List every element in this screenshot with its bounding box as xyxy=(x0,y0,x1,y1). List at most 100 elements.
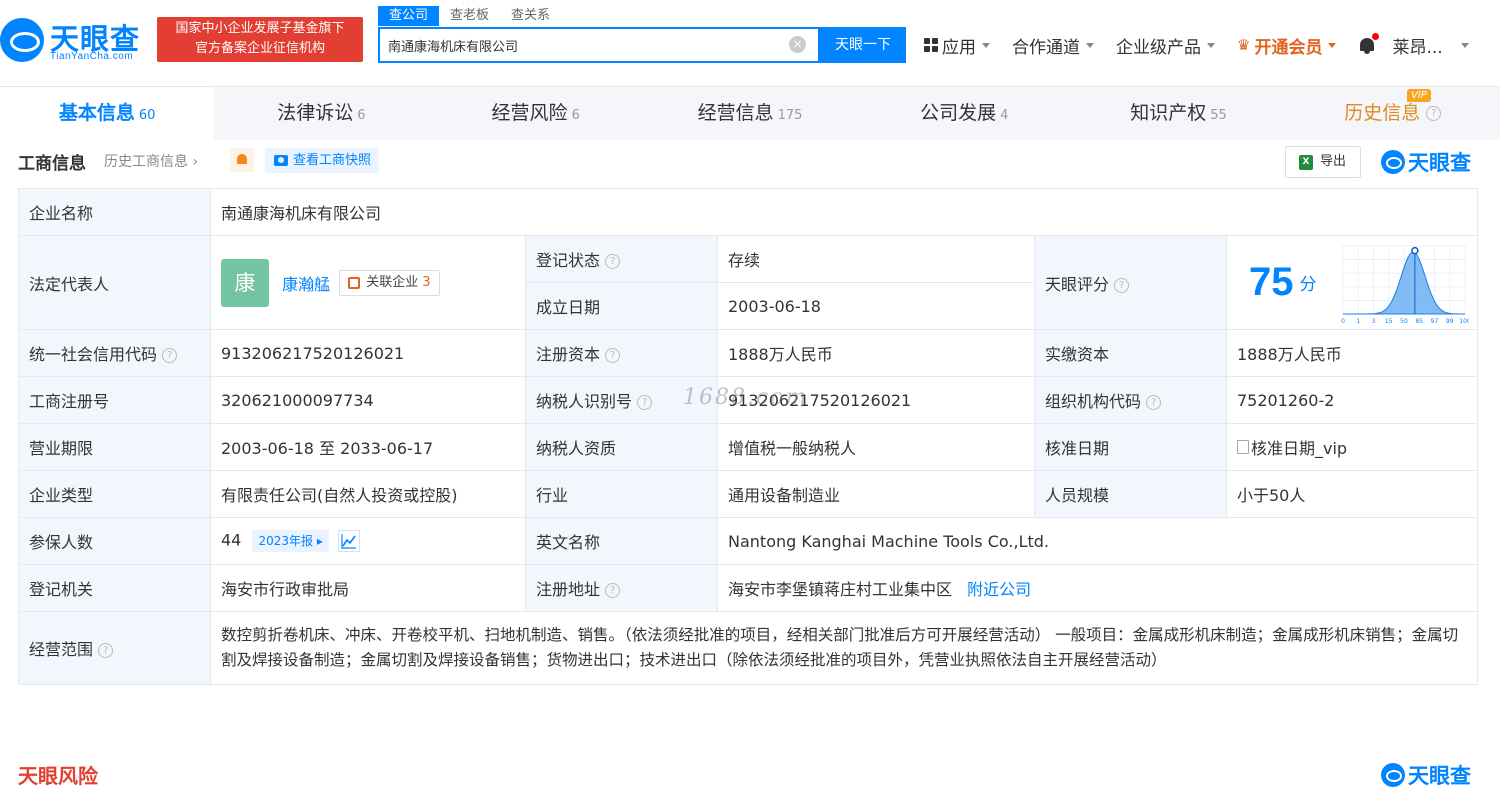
annual-report-selector[interactable]: 2023年报 ▸ xyxy=(252,530,329,552)
nav-enterprise[interactable]: 企业级产品 xyxy=(1116,33,1215,58)
help-icon[interactable]: ? xyxy=(1426,106,1442,121)
value-insured: 44 2023年报 ▸ xyxy=(210,517,526,565)
search-tab-company[interactable]: 查公司 xyxy=(378,6,440,26)
value-approve-date: 核准日期_vip xyxy=(1226,423,1478,471)
status-label-text: 登记状态 xyxy=(536,251,601,270)
help-icon[interactable]: ? xyxy=(605,254,621,269)
insured-count: 44 xyxy=(221,530,242,550)
score-label-text: 天眼评分 xyxy=(1045,274,1110,294)
logo-subtext: TianYanCha.com xyxy=(50,51,134,62)
value-scope: 数控剪折卷机床、冲床、开卷校平机、扫地机制造、销售。（依法须经批准的项目，经相关… xyxy=(210,611,1478,685)
related-label: 关联企业 xyxy=(366,274,419,290)
approve-date-alt: 核准日期_vip xyxy=(1251,439,1348,458)
camera-icon xyxy=(274,155,288,166)
label-term: 营业期限 xyxy=(18,423,211,471)
score-number: 75 xyxy=(1249,260,1294,304)
snapshot-button[interactable]: 查看工商快照 xyxy=(265,148,380,173)
slogan-line-1: 国家中小企业发展子基金旗下 xyxy=(175,21,345,36)
nav-partner[interactable]: 合作通道 xyxy=(1012,33,1094,58)
label-paid-capital: 实缴资本 xyxy=(1034,329,1227,377)
footer-risk-logo: 天眼风险 xyxy=(18,764,98,788)
table-row: 法定代表人 康 康瀚艋 关联企业 3 登记状态 ? 存续 天眼评分 ? 75 分 0… xyxy=(18,235,1478,330)
watermark: 1688.com xyxy=(683,385,809,410)
table-row: 企业名称 南通康海机床有限公司 xyxy=(18,188,1478,236)
tab-count: 4 xyxy=(1000,108,1009,123)
tab-count: 6 xyxy=(357,108,366,123)
trend-chart-icon[interactable] xyxy=(337,530,360,552)
search-type-tabs: 查公司 查老板 查关系 xyxy=(378,6,561,26)
value-type: 有限责任公司(自然人投资或控股) xyxy=(210,470,526,518)
tab-basic-info[interactable]: 基本信息 60 xyxy=(0,87,215,140)
legal-rep-name[interactable]: 康瀚艋 xyxy=(282,275,330,294)
table-row: 统一社会信用代码 ? 913206217520126021 注册资本 ? 188… xyxy=(18,329,1478,377)
tick-label: 15 xyxy=(1385,318,1393,325)
trend-line-icon xyxy=(341,534,356,549)
search-tab-boss[interactable]: 查老板 xyxy=(439,6,500,26)
relation-icon xyxy=(348,276,361,289)
tab-label: 历史信息 xyxy=(1344,102,1421,124)
tab-legal[interactable]: 法律诉讼 6 xyxy=(214,87,428,140)
slogan-line-2: 官方备案企业征信机构 xyxy=(194,41,325,56)
label-tax-qual: 纳税人资质 xyxy=(525,423,718,471)
table-row: 登记机关 海安市行政审批局 注册地址 ? 海安市李堡镇蒋庄村工业集中区 附近公司 xyxy=(18,564,1478,612)
snapshot-label: 查看工商快照 xyxy=(293,153,372,168)
nav-vip[interactable]: ♛ 开通会员 xyxy=(1237,33,1337,58)
monitor-bell-icon[interactable] xyxy=(230,148,254,172)
tick-label: 0 xyxy=(1341,318,1345,325)
score-unit: 分 xyxy=(1299,275,1317,295)
label-score: 天眼评分 ? xyxy=(1034,235,1227,330)
score-marker xyxy=(1411,246,1419,255)
value-authority: 海安市行政审批局 xyxy=(210,564,526,612)
tick-label: 100 xyxy=(1459,318,1469,325)
help-icon[interactable]: ? xyxy=(637,395,653,410)
address-text: 海安市李堡镇蒋庄村工业集中区 xyxy=(728,580,953,599)
nav-enterprise-label: 企业级产品 xyxy=(1116,37,1201,58)
value-founded: 2003-06-18 xyxy=(717,282,1035,330)
help-icon[interactable]: ? xyxy=(1146,395,1162,410)
avatar[interactable]: 康 xyxy=(221,258,269,307)
credit-code-label-text: 统一社会信用代码 xyxy=(29,345,158,364)
notification-bell-icon[interactable] xyxy=(1358,33,1380,55)
export-label: 导出 xyxy=(1320,154,1347,169)
scope-label-text: 经营范围 xyxy=(29,640,94,659)
tab-ip[interactable]: 知识产权 55 xyxy=(1071,87,1285,140)
nearby-companies-link[interactable]: 附近公司 xyxy=(967,580,1031,599)
clear-icon[interactable]: × xyxy=(789,36,806,53)
value-org-code: 75201260-2 xyxy=(1226,376,1478,424)
help-icon[interactable]: ? xyxy=(605,583,621,598)
apps-grid-icon xyxy=(924,38,938,52)
value-industry: 通用设备制造业 xyxy=(717,470,1035,518)
tick-label: 97 xyxy=(1431,318,1439,325)
brand-text: 天眼查 xyxy=(1408,151,1471,175)
search-input[interactable] xyxy=(388,34,778,56)
tab-risk[interactable]: 经营风险 6 xyxy=(429,87,643,140)
table-row: 经营范围 ? 数控剪折卷机床、冲床、开卷校平机、扫地机制造、销售。（依法须经批准… xyxy=(18,611,1478,685)
tab-development[interactable]: 公司发展 4 xyxy=(857,87,1071,140)
label-org-code: 组织机构代码 ? xyxy=(1034,376,1227,424)
user-name: 莱昂... xyxy=(1392,37,1443,58)
search-button[interactable]: 天眼一下 xyxy=(820,27,906,63)
help-icon[interactable]: ? xyxy=(1114,277,1130,293)
nav-user[interactable]: 莱昂... xyxy=(1392,33,1469,58)
search-tab-relation[interactable]: 查关系 xyxy=(500,6,561,26)
annual-report-label: 2023年报 xyxy=(258,534,313,548)
slogan-banner: 国家中小企业发展子基金旗下 官方备案企业征信机构 xyxy=(157,17,363,62)
related-companies-button[interactable]: 关联企业 3 xyxy=(339,269,440,296)
tab-operation[interactable]: 经营信息 175 xyxy=(643,87,857,140)
nav-apps[interactable]: 应用 xyxy=(924,33,990,58)
brand-eye-icon xyxy=(1381,150,1405,174)
brand-logo: 天眼查 xyxy=(1381,147,1471,177)
export-button[interactable]: X 导出 xyxy=(1285,146,1361,178)
tab-history[interactable]: 历史信息 ? xyxy=(1286,87,1500,140)
chevron-right-icon: › xyxy=(192,154,199,170)
site-logo[interactable]: 天眼查 TianYanCha.com xyxy=(0,8,150,68)
help-icon[interactable]: ? xyxy=(98,643,114,658)
label-credit-code: 统一社会信用代码 ? xyxy=(18,329,211,377)
history-link[interactable]: 历史工商信息 › xyxy=(104,151,198,171)
help-icon[interactable]: ? xyxy=(162,348,178,363)
tab-label: 公司发展 xyxy=(920,102,997,124)
label-founded: 成立日期 xyxy=(525,282,718,330)
help-icon[interactable]: ? xyxy=(605,348,621,363)
label-insured: 参保人数 xyxy=(18,517,211,565)
value-score[interactable]: 75 分 0 1 3 15 50 85 97 99 100 xyxy=(1226,235,1478,330)
